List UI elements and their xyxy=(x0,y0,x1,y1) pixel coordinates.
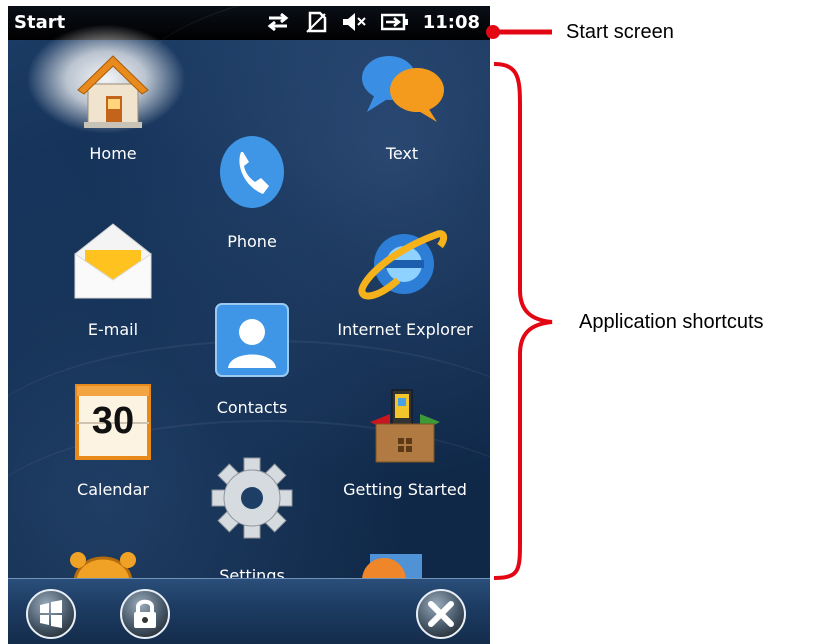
annotation-start-screen: Start screen xyxy=(566,21,674,43)
annotation-application-shortcuts: Application shortcuts xyxy=(579,311,764,333)
